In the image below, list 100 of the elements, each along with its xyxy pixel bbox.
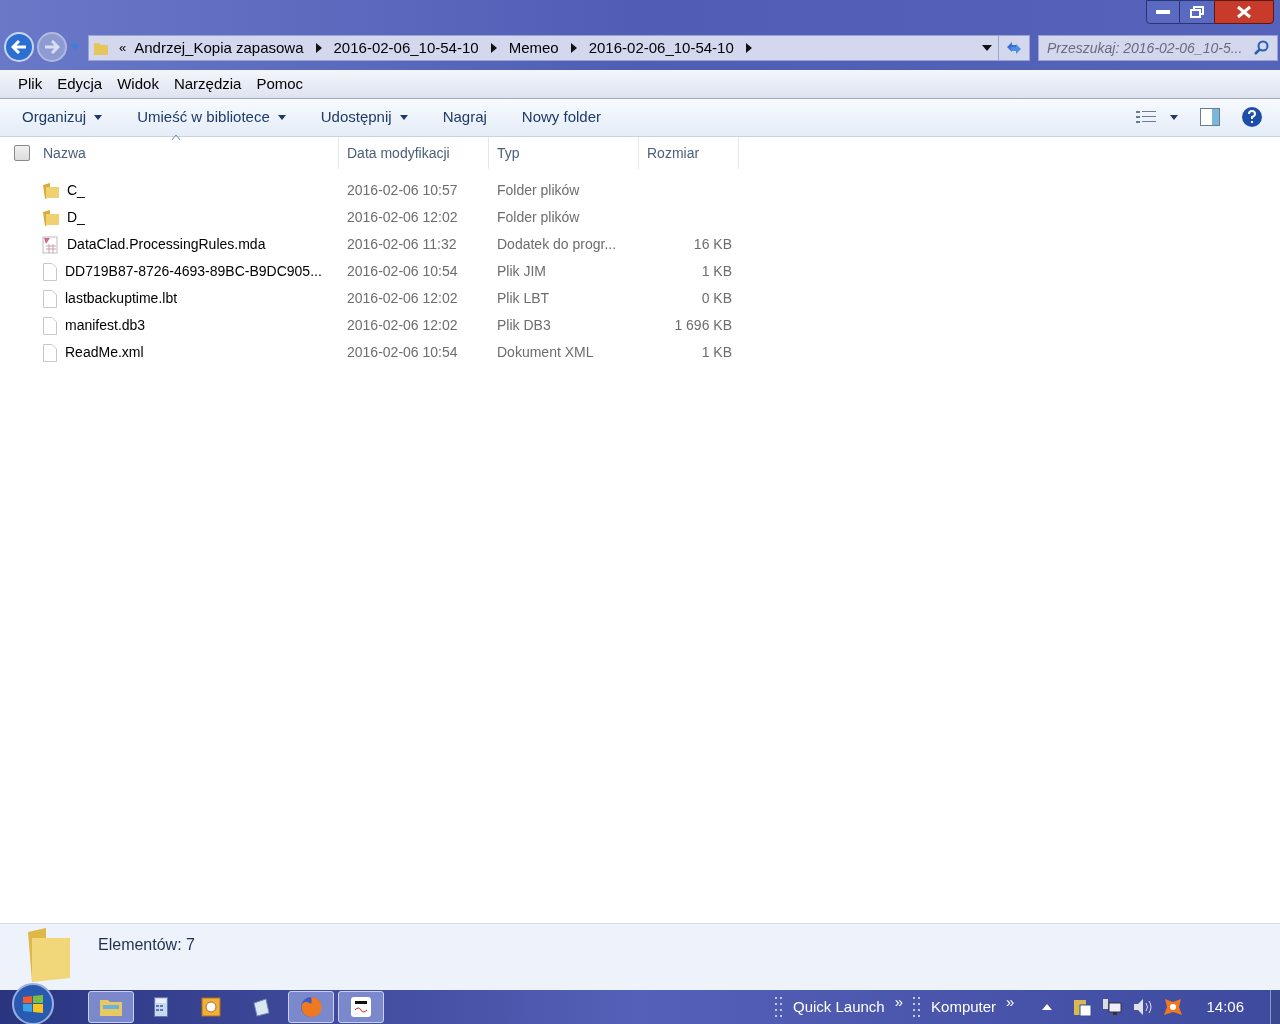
menu-item[interactable]: Pomoc: [249, 72, 311, 96]
toolbar-label[interactable]: Quick Launch: [793, 995, 885, 1019]
folder-icon: [93, 40, 109, 56]
calculator-icon: [154, 997, 168, 1017]
table-cell: Plik LBT: [497, 290, 550, 306]
table-cell-text: 2016-02-06 11:32: [346, 235, 458, 254]
minimize-icon: [1156, 10, 1170, 14]
menu-item[interactable]: Widok: [110, 72, 166, 96]
file-name[interactable]: C_: [67, 180, 85, 201]
more-button[interactable]: »: [1006, 990, 1015, 1014]
app-logo-icon: [351, 997, 371, 1017]
speaker-icon[interactable]: [1132, 997, 1155, 1017]
table-cell: Dokument XML: [497, 344, 594, 360]
clipboard-icon[interactable]: [1072, 997, 1093, 1017]
document-icon: [42, 343, 58, 362]
table-cell-text: 0 KB: [701, 289, 732, 308]
toolbar-label[interactable]: Komputer: [931, 995, 997, 1019]
document-icon: [42, 289, 58, 308]
column-header[interactable]: Rozmiar: [639, 137, 739, 169]
document-icon: [42, 316, 58, 335]
column-header[interactable]: Typ: [489, 137, 639, 169]
restore-icon: [1190, 6, 1204, 18]
table-cell: Folder plików: [497, 209, 580, 225]
select-all-checkbox[interactable]: [14, 145, 30, 161]
document-icon: [42, 262, 58, 281]
toolbar-button[interactable]: Nagraj: [432, 106, 497, 129]
breadcrumb-item[interactable]: Andrzej_Kopia zapasowa: [134, 36, 304, 60]
grip-icon: [913, 996, 922, 1018]
table-cell-text: 1 KB: [701, 262, 732, 281]
forward-button[interactable]: [37, 32, 67, 62]
taskbar-button[interactable]: [338, 991, 384, 1023]
help-button[interactable]: [1242, 107, 1262, 127]
folder-icon: [42, 209, 60, 226]
breadcrumb-arrow-icon[interactable]: [315, 43, 322, 53]
toolbar-button[interactable]: Umieść w bibliotece: [127, 106, 296, 129]
table-cell-text: 1 KB: [701, 343, 732, 362]
preview-pane-icon: [1200, 108, 1220, 126]
dropdown-arrow-icon[interactable]: [982, 45, 992, 51]
shield-icon[interactable]: [1162, 997, 1185, 1017]
file-name[interactable]: D_: [67, 207, 85, 228]
file-name[interactable]: ReadMe.xml: [65, 342, 144, 363]
caret-icon: [277, 115, 286, 120]
menu-item[interactable]: Edycja: [50, 72, 110, 96]
file-name[interactable]: DataClad.ProcessingRules.mda: [67, 234, 266, 255]
breadcrumb-arrow-icon[interactable]: [745, 43, 752, 53]
table-cell: Plik DB3: [497, 317, 551, 333]
grip-icon: [775, 996, 783, 1018]
close-icon: [1236, 5, 1252, 19]
browser-globe-icon: [300, 996, 322, 1018]
menu-item[interactable]: Narzędzia: [166, 72, 249, 96]
file-name[interactable]: manifest.db3: [65, 315, 146, 336]
folder-icon: [99, 997, 123, 1017]
show-hidden-icons-icon[interactable]: [1042, 1004, 1053, 1010]
forward-arrow-icon: [44, 40, 60, 54]
search-field[interactable]: Przeszukaj: 2016-02-06_10-5...: [1038, 35, 1278, 61]
view-options-button[interactable]: [1136, 109, 1178, 125]
table-cell-text: 2016-02-06 10:54: [346, 262, 459, 281]
restore-button[interactable]: [1180, 0, 1214, 24]
caret-icon: [399, 115, 408, 120]
details-view-icon: [1136, 109, 1156, 125]
toolbar-button[interactable]: Organizuj: [12, 106, 113, 129]
calendar-clock-icon: [201, 997, 221, 1017]
table-cell-text: 16 KB: [693, 235, 732, 254]
column-header[interactable]: Data modyfikacji: [339, 137, 489, 169]
toolbar-button[interactable]: Nowy folder: [511, 106, 612, 129]
table-cell-text: 1 696 KB: [674, 316, 732, 335]
toolbar-button[interactable]: Udostępnij: [310, 106, 418, 129]
show-desktop-button[interactable]: [1270, 990, 1280, 1024]
column-header[interactable]: Nazwa: [30, 137, 339, 169]
table-cell-text: 2016-02-06 10:54: [346, 343, 459, 362]
back-button[interactable]: [4, 32, 34, 62]
breadcrumb-item[interactable]: 2016-02-06_10-54-10: [588, 36, 734, 60]
table-cell-text: 2016-02-06 10:57: [346, 181, 459, 200]
help-icon: [1247, 110, 1257, 124]
overflow-chevron[interactable]: «: [119, 38, 127, 58]
clock[interactable]: 14:06: [1206, 995, 1244, 1019]
caret-icon: [1170, 114, 1178, 120]
close-button[interactable]: [1214, 0, 1274, 24]
menu-item[interactable]: Plik: [11, 72, 50, 96]
windows-logo-icon: [22, 994, 44, 1014]
breadcrumb-arrow-icon[interactable]: [490, 43, 497, 53]
refresh-icon[interactable]: [1005, 40, 1023, 56]
table-cell-text: 2016-02-06 12:02: [346, 289, 459, 308]
breadcrumb-item[interactable]: 2016-02-06_10-54-10: [333, 36, 479, 60]
minimize-button[interactable]: [1146, 0, 1180, 24]
preview-pane-button[interactable]: [1200, 108, 1220, 126]
more-button[interactable]: »: [894, 990, 904, 1014]
caret-icon: [94, 115, 103, 120]
search-icon: [1253, 40, 1269, 56]
network-icon[interactable]: [1102, 997, 1123, 1017]
breadcrumb-item[interactable]: Memeo: [508, 36, 559, 60]
address-bar[interactable]: « Andrzej_Kopia zapasowa 2016-02-06_10-54-10 Memeo 2016-02-06_10-54-10: [88, 35, 1030, 61]
folder-icon: [42, 182, 60, 199]
file-name[interactable]: DD719B87-8726-4693-89BC-B9DC905...: [65, 261, 322, 282]
breadcrumb-arrow-icon[interactable]: [570, 43, 577, 53]
file-name[interactable]: lastbackuptime.lbt: [65, 288, 178, 309]
table-cell: Dodatek do progr...: [497, 236, 617, 252]
table-cell-text: 2016-02-06 12:02: [346, 316, 459, 335]
table-cell: Folder plików: [497, 182, 580, 198]
start-button[interactable]: [12, 983, 54, 1024]
